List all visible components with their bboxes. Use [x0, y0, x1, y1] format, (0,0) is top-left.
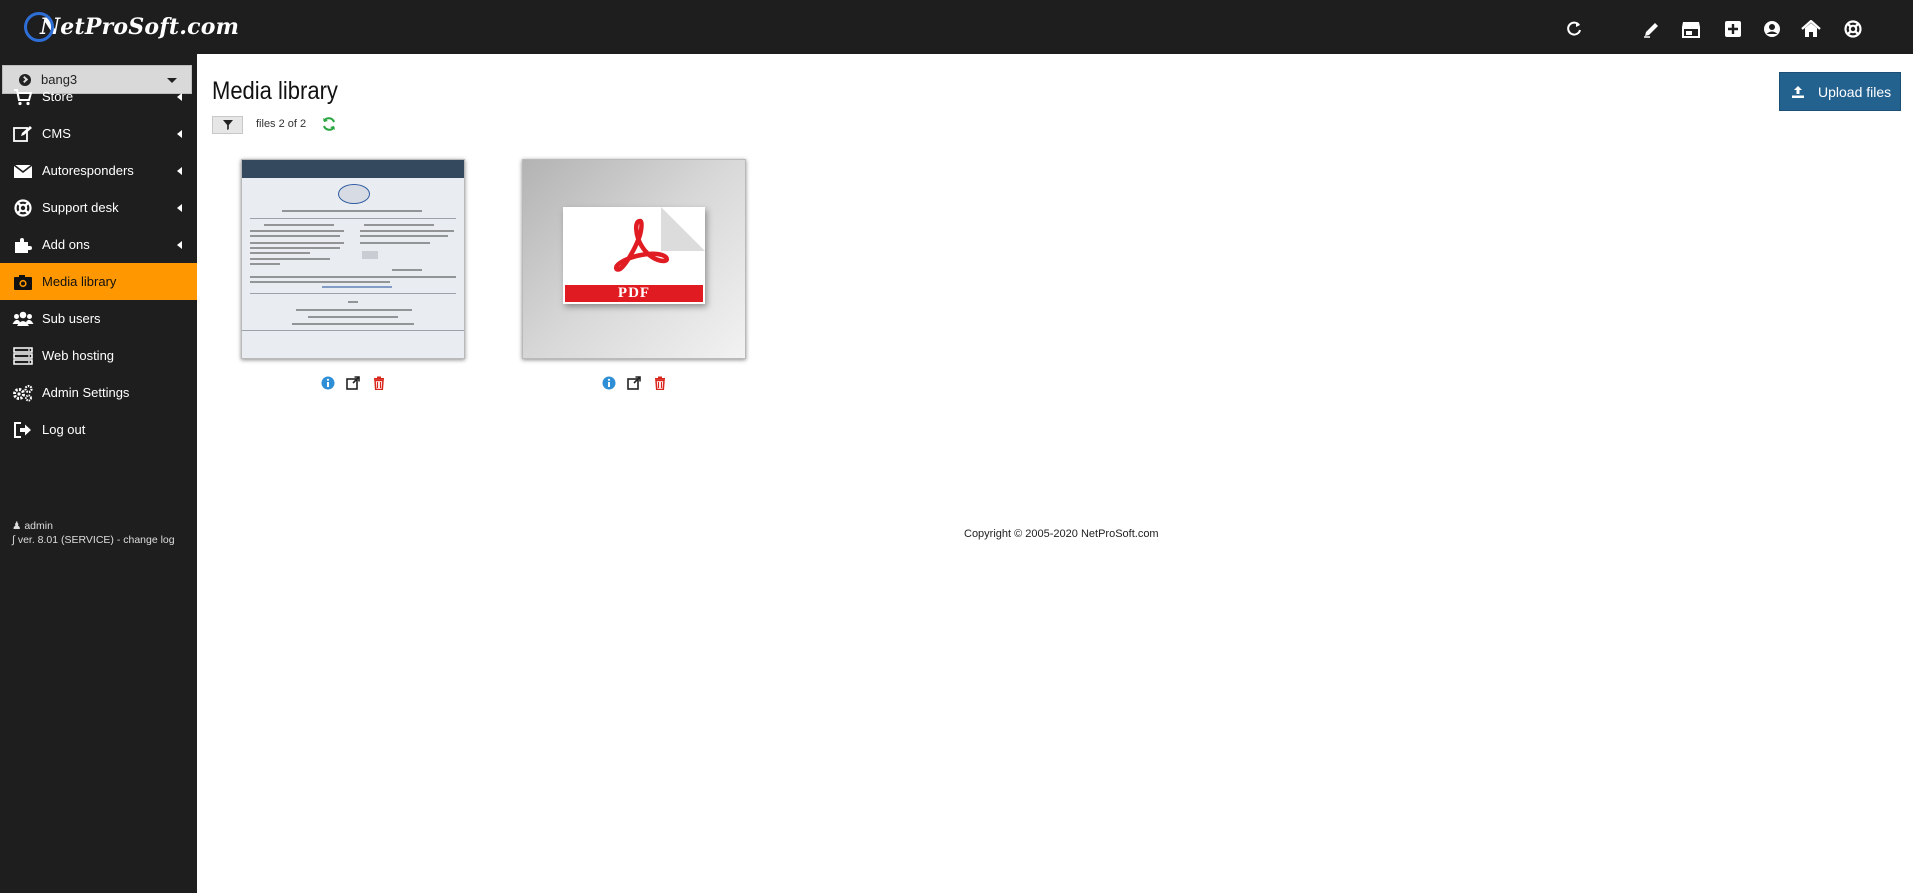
pdf-badge: PDF	[565, 285, 703, 302]
trash-icon[interactable]	[653, 376, 668, 391]
filter-icon	[222, 120, 233, 130]
sidebar-user: ♟ admin	[12, 520, 53, 532]
sidebar-item-store[interactable]: Store	[0, 78, 197, 115]
top-bar: NetProSoft.com	[0, 0, 1913, 54]
sidebar-item-admin-settings[interactable]: Admin Settings	[0, 374, 197, 411]
trash-icon[interactable]	[372, 376, 387, 391]
home-icon[interactable]	[1800, 19, 1822, 39]
sidebar-item-label: CMS	[42, 126, 71, 141]
lifesaver-icon	[12, 198, 34, 218]
puzzle-icon	[12, 235, 34, 255]
external-link-icon[interactable]	[346, 376, 361, 391]
copyright: Copyright © 2005-2020 NetProSoft.com	[964, 528, 1159, 540]
sidebar-item-label: Log out	[42, 422, 86, 437]
cogs-icon	[12, 383, 34, 403]
caret-left-icon	[177, 241, 182, 249]
sidebar-item-log-out[interactable]: Log out	[0, 411, 197, 448]
sidebar-item-support-desk[interactable]: Support desk	[0, 189, 197, 226]
sidebar-item-label: Add ons	[42, 237, 90, 252]
caret-left-icon	[177, 167, 182, 175]
external-link-icon[interactable]	[627, 376, 642, 391]
info-icon[interactable]	[602, 376, 617, 391]
acrobat-logo-icon	[614, 218, 669, 272]
caret-left-icon	[177, 204, 182, 212]
sidebar-item-label: Sub users	[42, 311, 101, 326]
edit-icon	[12, 124, 34, 144]
envelope-icon	[12, 161, 34, 181]
sidebar-item-label: Media library	[42, 274, 117, 289]
small-logo-icon	[362, 251, 378, 259]
sidebar-item-sub-users[interactable]: Sub users	[0, 300, 197, 337]
upload-files-label: Upload files	[1818, 83, 1892, 100]
filter-button[interactable]	[212, 116, 243, 134]
pdf-file-icon: PDF	[563, 207, 705, 304]
server-icon	[12, 346, 34, 366]
sidebar-item-cms[interactable]: CMS	[0, 115, 197, 152]
refresh-icon[interactable]	[321, 116, 337, 132]
sidebar-item-label: Admin Settings	[42, 385, 130, 400]
sidebar-item-media-library[interactable]: Media library	[0, 263, 197, 300]
document-preview-header	[242, 160, 464, 178]
lifesaver-icon[interactable]	[1843, 19, 1863, 39]
signout-icon	[12, 420, 34, 440]
files-count: files 2 of 2	[256, 118, 307, 130]
sidebar-item-label: Support desk	[42, 200, 119, 215]
info-icon[interactable]	[321, 376, 336, 391]
camera-icon	[12, 272, 34, 292]
sidebar-item-label: Store	[42, 89, 74, 104]
upload-files-button[interactable]: Upload files	[1779, 72, 1901, 111]
code-branch-icon: ∫	[12, 534, 15, 546]
store-icon[interactable]	[1680, 19, 1702, 39]
caret-left-icon	[177, 93, 182, 101]
sidebar: bang3 Store CMS Autoresponders Support d…	[0, 54, 197, 893]
media-file-thumbnail[interactable]: PDF	[522, 159, 746, 359]
page-title: Media library	[212, 77, 338, 105]
sidebar-item-label: Autoresponders	[42, 163, 134, 178]
user-icon: ♟	[12, 520, 22, 532]
sidebar-item-autoresponders[interactable]: Autoresponders	[0, 152, 197, 189]
plus-square-icon[interactable]	[1723, 19, 1743, 39]
cart-icon	[12, 87, 34, 107]
media-file-thumbnail[interactable]	[241, 159, 465, 359]
refresh-icon[interactable]	[1564, 19, 1584, 39]
sidebar-version[interactable]: ∫ ver. 8.01 (SERVICE) - change log	[12, 534, 175, 546]
upload-icon	[1792, 85, 1804, 98]
sidebar-item-label: Web hosting	[42, 348, 115, 363]
users-icon	[12, 309, 34, 329]
sidebar-item-add-ons[interactable]: Add ons	[0, 226, 197, 263]
sidebar-item-web-hosting[interactable]: Web hosting	[0, 337, 197, 374]
logo-globe-icon	[24, 12, 54, 42]
brand-text: NetProSoft.com	[40, 14, 240, 40]
pencil-icon[interactable]	[1642, 19, 1662, 39]
brand-logo[interactable]: NetProSoft.com	[24, 10, 239, 44]
version-text: ver. 8.01 (SERVICE) - change log	[17, 534, 175, 546]
sidebar-user-name: admin	[24, 520, 53, 532]
user-circle-icon[interactable]	[1762, 19, 1782, 39]
document-logo-icon	[338, 184, 370, 204]
caret-left-icon	[177, 130, 182, 138]
